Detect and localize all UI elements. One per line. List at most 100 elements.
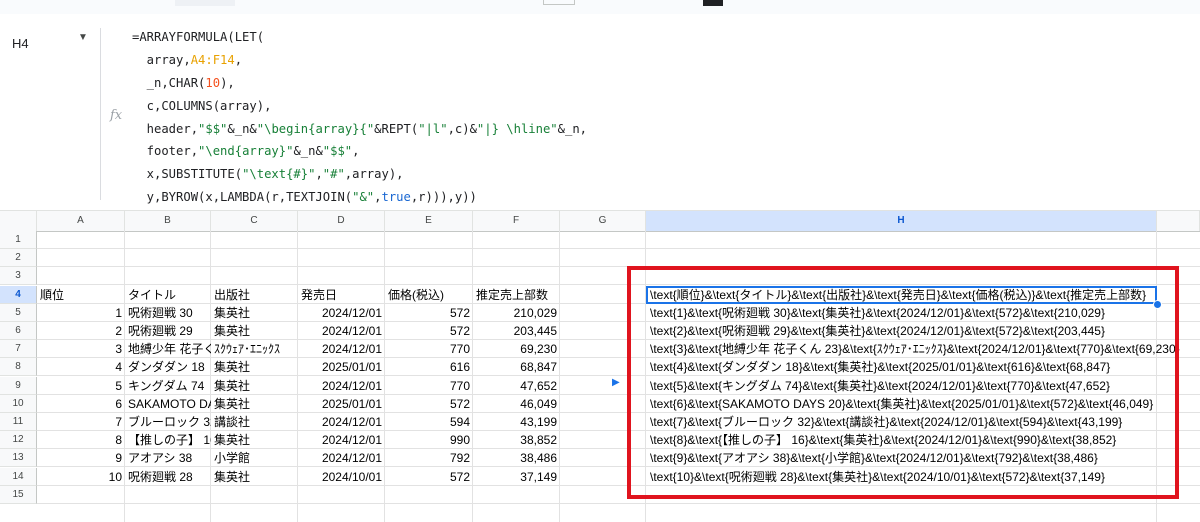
cell-b14[interactable]: 呪術廻戦 28: [125, 468, 211, 486]
cell-f6[interactable]: 203,445: [473, 322, 560, 340]
cell-f4[interactable]: 推定売上部数: [473, 286, 560, 304]
column-header-empty[interactable]: [1157, 211, 1200, 231]
cell-e5[interactable]: 572: [385, 304, 473, 322]
row-header-1[interactable]: 1: [0, 231, 37, 249]
row-header-15[interactable]: 15: [0, 485, 37, 504]
cell-e7[interactable]: 770: [385, 340, 473, 358]
play-icon[interactable]: ▶: [612, 377, 620, 388]
cell-c14[interactable]: 集英社: [211, 468, 298, 486]
cell-a4[interactable]: 順位: [37, 286, 125, 304]
column-header-d[interactable]: D: [298, 211, 385, 231]
cell-c4[interactable]: 出版社: [211, 286, 298, 304]
cell-b4[interactable]: タイトル: [125, 286, 211, 304]
row-header-5[interactable]: 5: [0, 303, 37, 322]
cell-d6[interactable]: 2024/12/01: [298, 322, 385, 340]
cell-e9[interactable]: 770: [385, 377, 473, 395]
row-header-6[interactable]: 6: [0, 322, 37, 340]
cell-d12[interactable]: 2024/12/01: [298, 431, 385, 449]
formula-token: "\begin{array}{": [256, 121, 375, 136]
cell-b8[interactable]: ダンダダン 18: [125, 358, 211, 376]
cell-b11[interactable]: ブルーロック 32: [125, 413, 211, 431]
cell-a5[interactable]: 1: [37, 304, 125, 322]
row-header-8[interactable]: 8: [0, 358, 37, 377]
cell-e8[interactable]: 616: [385, 358, 473, 376]
cell-f13[interactable]: 38,486: [473, 449, 560, 467]
cell-c13[interactable]: 小学館: [211, 449, 298, 467]
cell-e14[interactable]: 572: [385, 468, 473, 486]
cell-d8[interactable]: 2025/01/01: [298, 358, 385, 376]
column-header-h[interactable]: H: [646, 211, 1157, 231]
cell-b10[interactable]: SAKAMOTO DAYS 20: [125, 395, 211, 413]
cell-a13[interactable]: 9: [37, 449, 125, 467]
cell-f8[interactable]: 68,847: [473, 358, 560, 376]
cell-f12[interactable]: 38,852: [473, 431, 560, 449]
chevron-down-icon[interactable]: ▼: [78, 32, 88, 43]
name-box[interactable]: H4: [12, 36, 29, 51]
cell-f11[interactable]: 43,199: [473, 413, 560, 431]
cell-a9[interactable]: 5: [37, 377, 125, 395]
column-header-f[interactable]: F: [473, 211, 560, 231]
cell-d11[interactable]: 2024/12/01: [298, 413, 385, 431]
cell-b9[interactable]: キングダム 74: [125, 377, 211, 395]
cell-b7[interactable]: 地縛少年 花子くん 23: [125, 340, 211, 358]
cell-f14[interactable]: 37,149: [473, 468, 560, 486]
cell-a10[interactable]: 6: [37, 395, 125, 413]
text-color-swatch[interactable]: [703, 0, 723, 6]
cell-c12[interactable]: 集英社: [211, 431, 298, 449]
cell-f5[interactable]: 210,029: [473, 304, 560, 322]
row-header-14[interactable]: 14: [0, 467, 37, 486]
cell-a8[interactable]: 4: [37, 358, 125, 376]
row-header-7[interactable]: 7: [0, 340, 37, 359]
row-header-9[interactable]: 9: [0, 376, 37, 395]
formula-token: ,r))),y)): [410, 190, 477, 205]
column-header-c[interactable]: C: [211, 211, 298, 231]
cell-f7[interactable]: 69,230: [473, 340, 560, 358]
row-header-2[interactable]: 2: [0, 249, 37, 268]
cell-a6[interactable]: 2: [37, 322, 125, 340]
formula-input[interactable]: =ARRAYFORMULA(LET( array,A4:F14, _n,CHAR…: [132, 26, 587, 209]
cell-e12[interactable]: 990: [385, 431, 473, 449]
cell-c10[interactable]: 集英社: [211, 395, 298, 413]
column-header-g[interactable]: G: [560, 211, 646, 231]
cell-c11[interactable]: 講談社: [211, 413, 298, 431]
row-header-3[interactable]: 3: [0, 267, 37, 286]
cell-f9[interactable]: 47,652: [473, 377, 560, 395]
row-header-10[interactable]: 10: [0, 394, 37, 413]
cell-d7[interactable]: 2024/12/01: [298, 340, 385, 358]
cell-a14[interactable]: 10: [37, 468, 125, 486]
cell-e13[interactable]: 792: [385, 449, 473, 467]
cell-b6[interactable]: 呪術廻戦 29: [125, 322, 211, 340]
cell-d4[interactable]: 発売日: [298, 286, 385, 304]
cell-a11[interactable]: 7: [37, 413, 125, 431]
row-header-13[interactable]: 13: [0, 449, 37, 468]
cell-e4[interactable]: 価格(税込): [385, 286, 473, 304]
cell-c5[interactable]: 集英社: [211, 304, 298, 322]
column-header-b[interactable]: B: [125, 211, 211, 231]
cell-e6[interactable]: 572: [385, 322, 473, 340]
cell-b5[interactable]: 呪術廻戦 30: [125, 304, 211, 322]
cell-a7[interactable]: 3: [37, 340, 125, 358]
cell-d13[interactable]: 2024/12/01: [298, 449, 385, 467]
formula-token: y,BYROW(x,LAMBDA(r,TEXTJOIN(: [132, 190, 353, 205]
cell-e11[interactable]: 594: [385, 413, 473, 431]
cell-b13[interactable]: アオアシ 38: [125, 449, 211, 467]
column-header-e[interactable]: E: [385, 211, 473, 231]
cell-c6[interactable]: 集英社: [211, 322, 298, 340]
select-all-corner[interactable]: [0, 211, 37, 231]
cell-c9[interactable]: 集英社: [211, 377, 298, 395]
row-header-4[interactable]: 4: [0, 285, 37, 304]
cell-d5[interactable]: 2024/12/01: [298, 304, 385, 322]
cell-d14[interactable]: 2024/10/01: [298, 468, 385, 486]
row-header-12[interactable]: 12: [0, 431, 37, 450]
cell-c8[interactable]: 集英社: [211, 358, 298, 376]
cell-c7[interactable]: ｽｸｳｪｱ･ｴﾆｯｸｽ: [211, 340, 298, 358]
cell-d9[interactable]: 2024/12/01: [298, 377, 385, 395]
cell-d10[interactable]: 2025/01/01: [298, 395, 385, 413]
cell-a12[interactable]: 8: [37, 431, 125, 449]
row-header-11[interactable]: 11: [0, 413, 37, 431]
cell-b12[interactable]: 【推しの子】 16: [125, 431, 211, 449]
cell-e10[interactable]: 572: [385, 395, 473, 413]
column-header-a[interactable]: A: [37, 211, 125, 231]
cell-f10[interactable]: 46,049: [473, 395, 560, 413]
formula-token: "#": [322, 167, 345, 182]
